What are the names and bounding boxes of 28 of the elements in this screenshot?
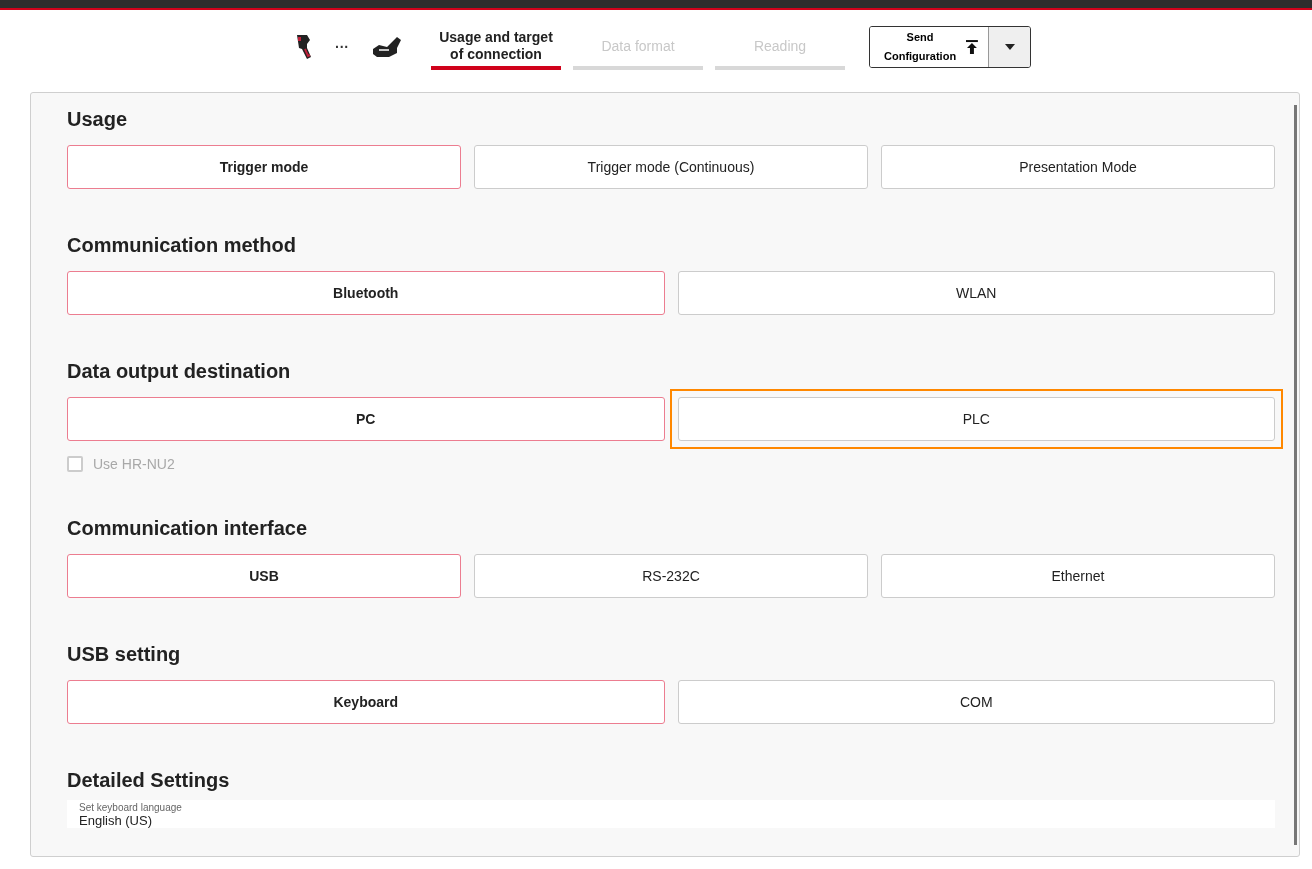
option-button[interactable]: USB <box>67 554 461 598</box>
section-title: Usage <box>67 107 129 131</box>
option-button[interactable]: Trigger mode (Continuous) <box>474 145 868 189</box>
step-tab[interactable]: Usage and target of connection <box>431 24 561 70</box>
option-button[interactable]: COM <box>677 680 1275 724</box>
checkbox-label: Use HR-NU2 <box>93 456 175 472</box>
section-title: Communication interface <box>67 516 309 540</box>
option-button[interactable]: PC <box>67 397 665 441</box>
option-button[interactable]: Bluetooth <box>67 271 665 315</box>
dropdown-button[interactable] <box>988 27 1030 67</box>
section-title: USB setting <box>67 642 182 666</box>
more-steps[interactable]: ··· <box>335 39 349 55</box>
upload-icon <box>966 40 978 54</box>
option-button[interactable]: PLC <box>677 397 1275 441</box>
section-title: Data output destination <box>67 359 292 383</box>
caret-icon <box>1004 44 1015 50</box>
section-title: Communication method <box>67 233 297 257</box>
scrollbar[interactable] <box>1294 105 1297 845</box>
barcode-scanner-icon[interactable] <box>295 33 313 61</box>
scanner-cradle-icon[interactable] <box>371 35 403 59</box>
option-button[interactable]: Ethernet <box>881 554 1275 598</box>
keyboard-language-select[interactable]: Set keyboard language English (US) <box>67 800 1275 828</box>
option-button[interactable]: Keyboard <box>67 680 665 724</box>
option-button[interactable]: RS-232C <box>474 554 868 598</box>
option-button[interactable]: WLAN <box>677 271 1275 315</box>
section-title: Detailed Settings <box>67 768 231 792</box>
option-button[interactable]: Trigger mode <box>67 145 461 189</box>
option-button[interactable]: Presentation Mode <box>881 145 1275 189</box>
